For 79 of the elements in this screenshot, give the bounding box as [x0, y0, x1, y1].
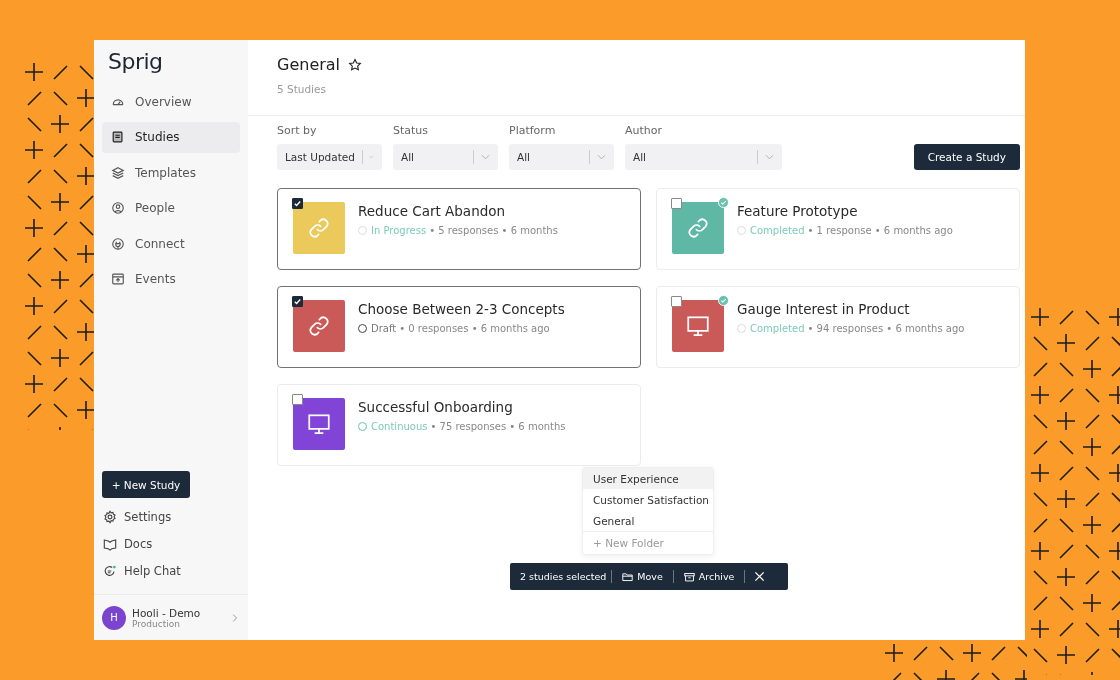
- study-title: Reduce Cart Abandon: [358, 203, 507, 219]
- filter-label: Sort by: [277, 124, 318, 137]
- checkbox[interactable]: [671, 198, 682, 209]
- filter-label: Author: [625, 124, 664, 137]
- settings-icon: [103, 509, 117, 524]
- avatar: H: [102, 605, 126, 630]
- close-icon: [754, 571, 766, 582]
- study-details: • 1 response • 6 months ago: [807, 225, 953, 236]
- move-button[interactable]: Move: [617, 566, 668, 587]
- sidebar-item[interactable]: People: [102, 192, 240, 224]
- study-title: Choose Between 2-3 Concepts: [358, 301, 565, 317]
- study-card[interactable]: Gauge Interest in Product Completed • 94 responses • 6 months ago: [656, 286, 1020, 368]
- sidebar-item[interactable]: Events: [102, 263, 240, 295]
- selection-count: 2 studies selected: [520, 571, 607, 582]
- calendar-icon: [111, 272, 125, 287]
- chevron-icon: [597, 154, 606, 160]
- sidebar-item[interactable]: Connect: [102, 228, 240, 260]
- checkbox[interactable]: [671, 296, 682, 307]
- filter-label: Platform: [509, 124, 557, 137]
- study-status: Draft: [371, 323, 397, 334]
- link-icon: [306, 215, 332, 241]
- link-icon: [685, 215, 711, 241]
- checkbox[interactable]: [292, 198, 303, 209]
- folder-menu-item[interactable]: General: [583, 510, 713, 531]
- account-environment: Production: [132, 618, 181, 629]
- star-icon[interactable]: [348, 57, 363, 72]
- page-title: General: [277, 55, 341, 74]
- chevron-icon: [369, 154, 374, 160]
- chevron-icon: [481, 154, 490, 160]
- filter-dropdown[interactable]: All: [509, 144, 614, 170]
- study-title: Gauge Interest in Product: [737, 301, 911, 317]
- layers-icon: [111, 165, 125, 180]
- study-details: • 5 responses • 6 months: [429, 225, 558, 236]
- archive-button[interactable]: Archive: [678, 566, 740, 587]
- new-study-button[interactable]: + New Study: [102, 471, 190, 498]
- filter-label: Status: [393, 124, 430, 137]
- sidebar-link[interactable]: Help Chat: [94, 557, 248, 584]
- study-title: Feature Prototype: [737, 203, 859, 219]
- logo: Sprig: [107, 48, 164, 76]
- study-card[interactable]: Choose Between 2-3 Concepts Draft • 0 responses • 6 months ago: [277, 286, 641, 368]
- study-status: Completed: [750, 323, 805, 334]
- chevron-icon: [231, 612, 238, 623]
- study-card[interactable]: Feature Prototype Completed • 1 response • 6 months ago: [656, 188, 1020, 270]
- book-open-icon: [103, 536, 117, 551]
- sidebar-link[interactable]: Settings: [94, 503, 248, 530]
- link-icon: [306, 313, 332, 339]
- filter-dropdown[interactable]: All: [625, 144, 782, 170]
- monitor-icon: [306, 411, 332, 437]
- study-details: • 94 responses • 6 months ago: [807, 323, 965, 334]
- sidebar-item[interactable]: Studies: [102, 121, 240, 153]
- person-icon: [111, 201, 125, 216]
- plug-icon: [111, 236, 125, 251]
- sidebar-item[interactable]: Templates: [102, 157, 240, 189]
- account-name: Hooli - Demo: [132, 606, 202, 619]
- archive-icon: [683, 571, 695, 582]
- monitor-icon: [685, 313, 711, 339]
- study-details: • 0 responses • 6 months ago: [399, 323, 550, 334]
- filter-dropdown[interactable]: Last Updated: [277, 144, 382, 170]
- create-study-button[interactable]: Create a Study: [913, 144, 1020, 170]
- folder-icon: [622, 571, 634, 582]
- book-icon: [111, 130, 125, 145]
- study-title: Successful Onboarding: [358, 399, 514, 415]
- study-count: 5 Studies: [277, 83, 327, 95]
- checkbox[interactable]: [292, 296, 303, 307]
- study-details: • 75 responses • 6 months: [430, 421, 566, 432]
- checkbox[interactable]: [292, 394, 303, 405]
- filter-dropdown[interactable]: All: [393, 144, 498, 170]
- study-status: In Progress: [371, 225, 427, 236]
- study-card[interactable]: Reduce Cart Abandon In Progress • 5 responses • 6 months: [277, 188, 641, 270]
- sidebar-link[interactable]: Docs: [94, 530, 248, 557]
- study-card[interactable]: Successful Onboarding Continuous • 75 responses • 6 months: [277, 384, 641, 466]
- study-status: Continuous: [371, 421, 428, 432]
- chevron-icon: [765, 154, 774, 160]
- chat-icon: [103, 563, 117, 578]
- folder-menu-item[interactable]: Customer Satisfaction: [583, 489, 713, 510]
- sidebar-item[interactable]: Overview: [102, 86, 240, 118]
- folder-menu-item[interactable]: User Experience: [583, 468, 713, 489]
- study-status: Completed: [750, 225, 805, 236]
- account-switcher[interactable]: H Hooli - Demo Production: [94, 594, 248, 640]
